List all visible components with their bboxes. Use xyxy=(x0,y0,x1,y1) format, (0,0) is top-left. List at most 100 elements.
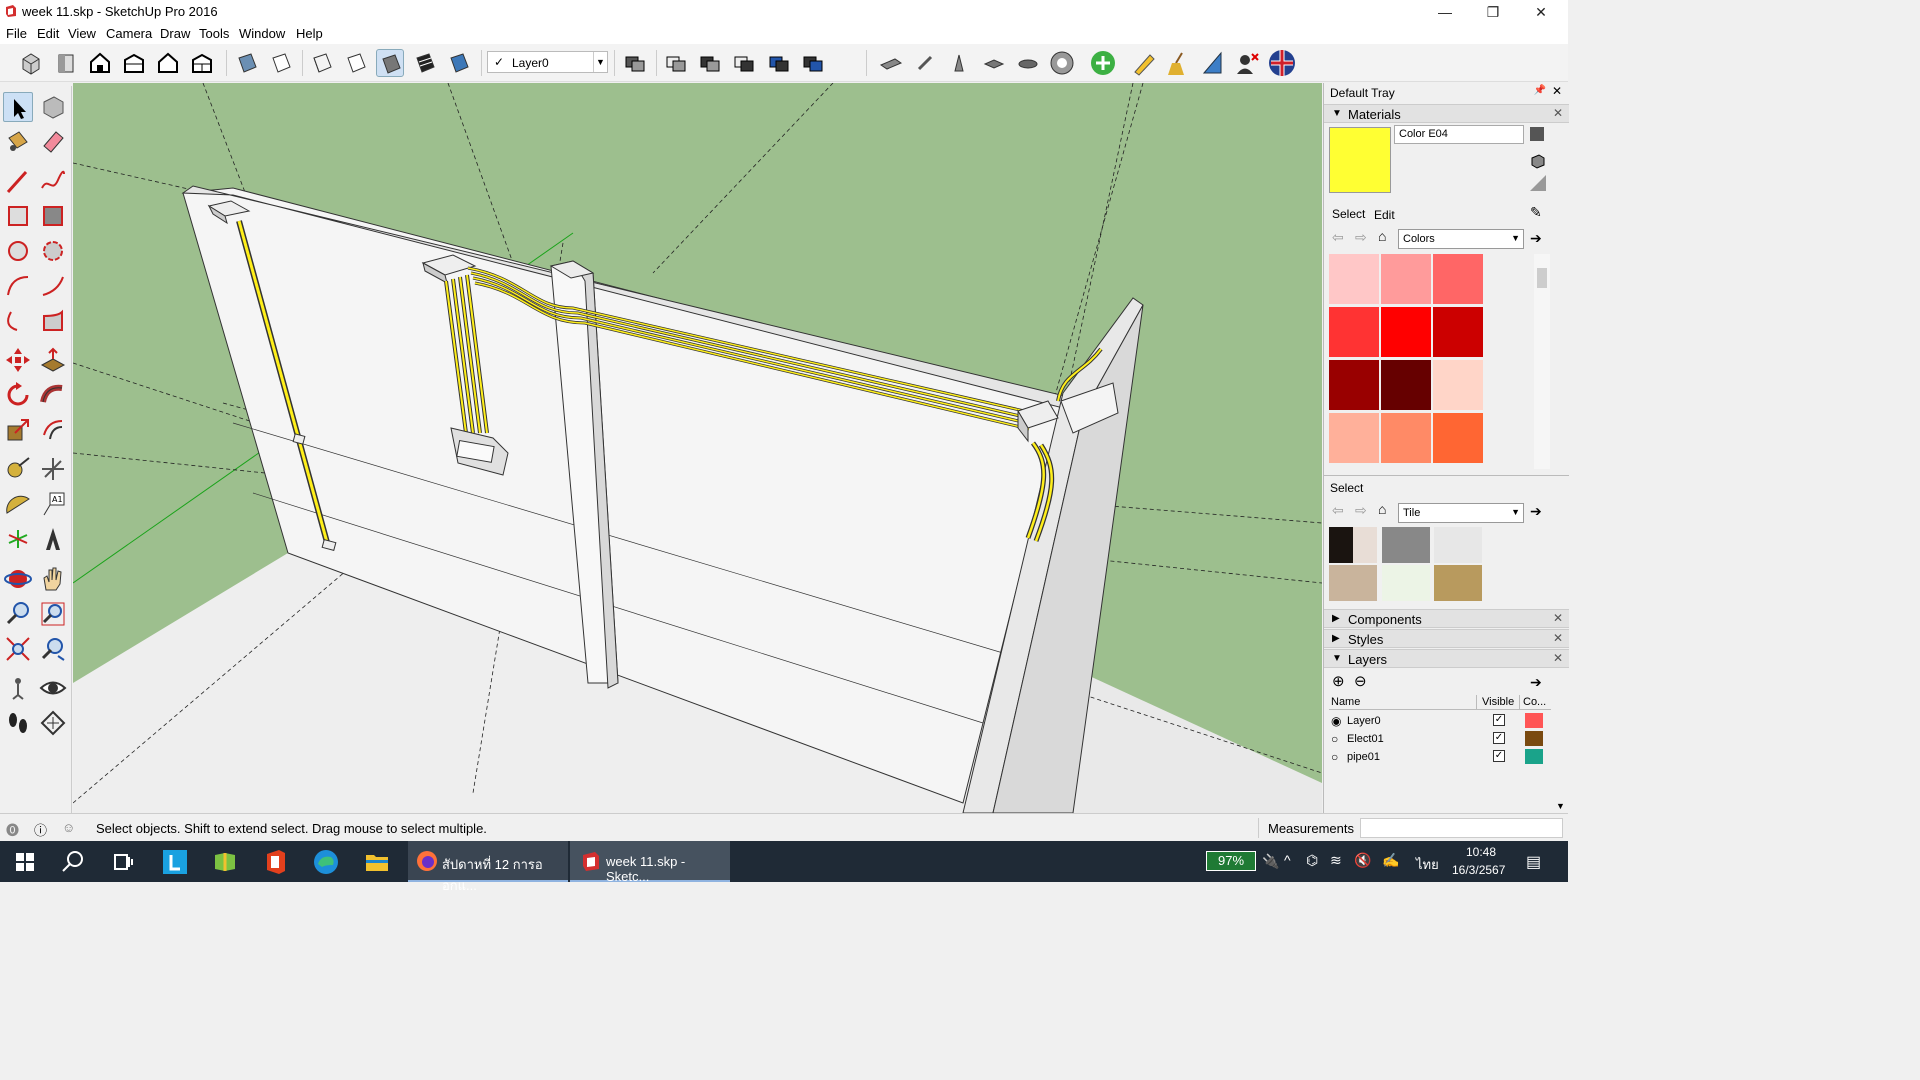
layer-active-radio[interactable]: ○ xyxy=(1331,732,1338,746)
info-icon[interactable]: ⓘ xyxy=(34,820,47,839)
swatch-scrollbar[interactable] xyxy=(1534,254,1550,469)
menu-draw[interactable]: Draw xyxy=(160,26,190,41)
layer-row[interactable]: ◉ Layer0 ✓ xyxy=(1329,713,1551,731)
union-icon[interactable] xyxy=(662,49,690,77)
model-scene[interactable] xyxy=(73,83,1322,813)
layers-scrollbar[interactable]: ▼ xyxy=(1552,695,1568,813)
shaded-textures-icon[interactable] xyxy=(376,49,404,77)
default-material-icon[interactable] xyxy=(1530,175,1546,191)
text-tool-icon[interactable]: A1 xyxy=(38,489,68,519)
layer-color-swatch[interactable] xyxy=(1525,713,1543,728)
details-arrow-icon[interactable]: ➔ xyxy=(1530,503,1542,520)
menu-edit[interactable]: Edit xyxy=(37,26,59,41)
menu-view[interactable]: View xyxy=(68,26,96,41)
look-around-icon[interactable] xyxy=(38,673,68,703)
section-plane-icon[interactable] xyxy=(38,708,68,738)
battery-indicator[interactable]: 97% xyxy=(1206,851,1256,871)
tile-swatch-light[interactable] xyxy=(1382,565,1430,601)
layers-details-icon[interactable]: ➔ xyxy=(1530,674,1542,691)
taskbar-app-sketchup[interactable]: week 11.skp - Sketc... xyxy=(570,841,730,884)
add-icon[interactable] xyxy=(1089,49,1117,77)
eyedropper-icon[interactable]: ✎ xyxy=(1530,204,1546,220)
close-panel-icon[interactable]: ✕ xyxy=(1553,631,1563,645)
power-plug-icon[interactable]: 🔌 xyxy=(1262,853,1279,870)
pen-icon[interactable]: ✍ xyxy=(1382,852,1399,869)
pie-icon[interactable] xyxy=(38,306,68,336)
forward-arrow-icon[interactable]: ⇨ xyxy=(1355,229,1367,246)
layer-row[interactable]: ○ Elect01 ✓ xyxy=(1329,731,1551,749)
styles-header[interactable]: ▶ Styles ✕ xyxy=(1324,629,1569,648)
trim-icon[interactable] xyxy=(730,49,758,77)
wifi-icon[interactable]: ≋ xyxy=(1330,852,1342,869)
circle-icon[interactable] xyxy=(3,236,33,266)
sandbox-contours-icon[interactable] xyxy=(877,49,905,77)
menu-tools[interactable]: Tools xyxy=(199,26,229,41)
broom-icon[interactable] xyxy=(1164,49,1192,77)
color-swatch[interactable] xyxy=(1433,307,1483,357)
clock-time[interactable]: 10:48 xyxy=(1466,845,1496,859)
make-component-icon[interactable] xyxy=(38,92,68,122)
protractor-icon[interactable] xyxy=(3,489,33,519)
add-layer-icon[interactable]: ⊕ xyxy=(1332,672,1345,690)
speaker-muted-icon[interactable]: 🔇 xyxy=(1354,852,1371,869)
drape-icon[interactable] xyxy=(1014,49,1042,77)
zoom-extents-icon[interactable] xyxy=(3,634,33,664)
iso-view-icon[interactable] xyxy=(17,49,45,77)
pencil-icon[interactable] xyxy=(1130,49,1158,77)
menu-help[interactable]: Help xyxy=(296,26,323,41)
task-view-icon[interactable] xyxy=(108,847,138,877)
collection-dropdown[interactable]: Colors ▼ xyxy=(1398,229,1524,249)
scale-icon[interactable] xyxy=(3,415,33,445)
tile-swatch-stone[interactable] xyxy=(1329,565,1377,601)
secondary-collection-dropdown[interactable]: Tile ▼ xyxy=(1398,503,1524,523)
office-icon[interactable] xyxy=(261,847,291,877)
front-view-icon[interactable] xyxy=(86,49,114,77)
column-name[interactable]: Name xyxy=(1331,696,1360,708)
top-view-icon[interactable] xyxy=(52,49,80,77)
offset-icon[interactable] xyxy=(38,415,68,445)
windows-start-icon[interactable] xyxy=(10,847,40,877)
previous-view-icon[interactable] xyxy=(38,634,68,664)
pin-icon[interactable]: 📌 xyxy=(1534,85,1546,96)
axes-tool-icon[interactable] xyxy=(3,524,33,554)
freehand-icon[interactable] xyxy=(38,166,68,196)
home-icon[interactable]: ⌂ xyxy=(1378,501,1386,517)
back-arrow-icon[interactable]: ⇦ xyxy=(1332,502,1344,519)
right-view-icon[interactable] xyxy=(120,49,148,77)
orbit-icon[interactable] xyxy=(3,564,33,594)
outliner-icon[interactable] xyxy=(621,49,649,77)
color-swatch[interactable] xyxy=(1381,307,1431,357)
rectangle-icon[interactable] xyxy=(3,201,33,231)
color-swatch[interactable] xyxy=(1329,413,1379,463)
pan-hand-icon[interactable] xyxy=(38,564,68,594)
rotate-icon[interactable] xyxy=(3,380,33,410)
delete-layer-icon[interactable]: ⊖ xyxy=(1354,672,1367,690)
tile-swatch-tan[interactable] xyxy=(1434,565,1482,601)
arc-icon[interactable] xyxy=(3,271,33,301)
3d-text-icon[interactable] xyxy=(38,524,68,554)
layer-color-swatch[interactable] xyxy=(1525,749,1543,764)
hidden-line-icon[interactable] xyxy=(308,49,336,77)
tile-swatch-gray[interactable] xyxy=(1382,527,1430,563)
minimize-button[interactable]: — xyxy=(1422,0,1468,24)
layer-row[interactable]: ○ pipe01 ✓ xyxy=(1329,749,1551,767)
column-visible[interactable]: Visible xyxy=(1482,696,1514,708)
follow-me-icon[interactable] xyxy=(38,380,68,410)
close-panel-icon[interactable]: ✕ xyxy=(1553,611,1563,625)
move-icon[interactable] xyxy=(3,345,33,375)
three-point-arc-icon[interactable] xyxy=(3,306,33,336)
app-book-icon[interactable] xyxy=(210,847,240,877)
layer-visible-checkbox[interactable]: ✓ xyxy=(1493,750,1505,762)
close-panel-icon[interactable]: ✕ xyxy=(1553,651,1563,665)
stamp-icon[interactable] xyxy=(980,49,1008,77)
wireframe-style-icon[interactable] xyxy=(267,49,295,77)
file-explorer-icon[interactable] xyxy=(362,847,392,877)
close-window-button[interactable]: ✕ xyxy=(1518,0,1564,24)
shaded-style-icon[interactable] xyxy=(342,49,370,77)
zoom-window-icon[interactable] xyxy=(38,599,68,629)
color-swatch[interactable] xyxy=(1381,254,1431,304)
push-pull-icon[interactable] xyxy=(38,345,68,375)
menu-window[interactable]: Window xyxy=(239,26,285,41)
clock-date[interactable]: 16/3/2567 xyxy=(1452,863,1505,877)
components-header[interactable]: ▶ Components ✕ xyxy=(1324,609,1569,628)
